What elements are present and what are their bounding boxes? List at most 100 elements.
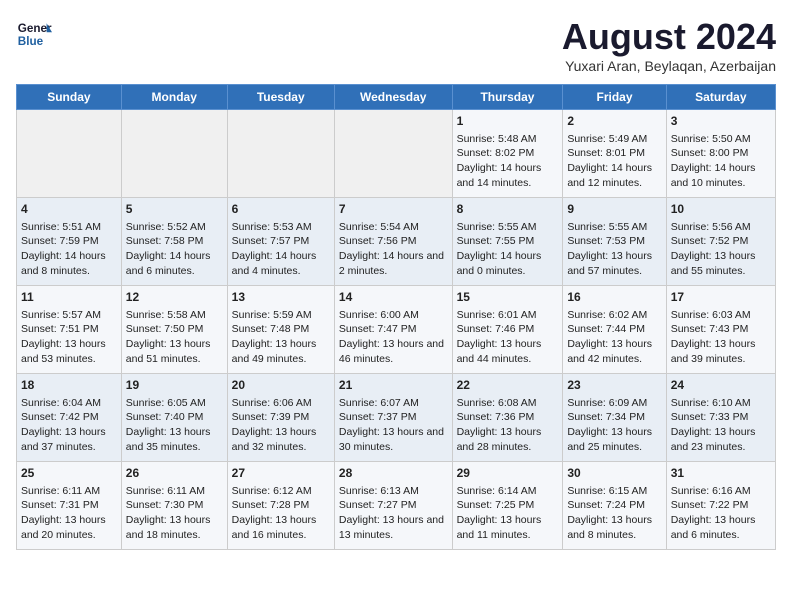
- cell-info-line: Sunset: 8:00 PM: [671, 146, 771, 161]
- cell-info-line: Sunrise: 6:10 AM: [671, 396, 771, 411]
- day-number: 3: [671, 113, 771, 130]
- cell-info-line: Sunset: 7:46 PM: [457, 322, 559, 337]
- cell-info-line: Sunset: 7:53 PM: [567, 234, 661, 249]
- svg-text:Blue: Blue: [18, 35, 44, 48]
- cell-w3-d1: 12Sunrise: 5:58 AMSunset: 7:50 PMDayligh…: [121, 286, 227, 374]
- cell-info-line: Sunset: 7:42 PM: [21, 410, 117, 425]
- day-number: 6: [232, 201, 330, 218]
- cell-w2-d6: 10Sunrise: 5:56 AMSunset: 7:52 PMDayligh…: [666, 198, 775, 286]
- cell-info-line: Sunrise: 6:16 AM: [671, 484, 771, 499]
- cell-info-line: Sunset: 8:02 PM: [457, 146, 559, 161]
- cell-info-line: Daylight: 13 hours and 49 minutes.: [232, 337, 330, 366]
- cell-info-line: Sunrise: 5:57 AM: [21, 308, 117, 323]
- cell-w3-d4: 15 Sunrise: 6:01 AMSunset: 7:46 PMDayligh…: [452, 286, 563, 374]
- cell-info-line: Sunset: 7:22 PM: [671, 498, 771, 513]
- cell-info-line: Sunrise: 5:48 AM: [457, 132, 559, 147]
- week-row-1: 1Sunrise: 5:48 AMSunset: 8:02 PMDaylight…: [17, 110, 776, 198]
- week-row-2: 4Sunrise: 5:51 AMSunset: 7:59 PMDaylight…: [17, 198, 776, 286]
- calendar-body: 1Sunrise: 5:48 AMSunset: 8:02 PMDaylight…: [17, 110, 776, 550]
- cell-w1-d2: [227, 110, 334, 198]
- day-number: 11: [21, 289, 117, 306]
- cell-info-line: Daylight: 14 hours and 4 minutes.: [232, 249, 330, 278]
- cell-w2-d4: 8Sunrise: 5:55 AMSunset: 7:55 PMDaylight…: [452, 198, 563, 286]
- cell-w3-d6: 17Sunrise: 6:03 AMSunset: 7:43 PMDayligh…: [666, 286, 775, 374]
- day-number: 20: [232, 377, 330, 394]
- cell-info-line: Sunrise: 6:11 AM: [21, 484, 117, 499]
- cell-info-line: Sunset: 7:33 PM: [671, 410, 771, 425]
- cell-w4-d3: 21Sunrise: 6:07 AMSunset: 7:37 PMDayligh…: [334, 374, 452, 462]
- cell-info-line: Daylight: 13 hours and 8 minutes.: [567, 513, 661, 542]
- cell-info-line: Daylight: 14 hours and 8 minutes.: [21, 249, 117, 278]
- cell-info-line: Daylight: 14 hours and 6 minutes.: [126, 249, 223, 278]
- col-header-tuesday: Tuesday: [227, 85, 334, 110]
- col-header-saturday: Saturday: [666, 85, 775, 110]
- day-number: 29: [457, 465, 559, 482]
- cell-info-line: Daylight: 13 hours and 51 minutes.: [126, 337, 223, 366]
- col-header-friday: Friday: [563, 85, 666, 110]
- cell-info-line: Daylight: 13 hours and 42 minutes.: [567, 337, 661, 366]
- cell-w3-d5: 16Sunrise: 6:02 AMSunset: 7:44 PMDayligh…: [563, 286, 666, 374]
- cell-info-line: Sunrise: 6:01 AM: [457, 308, 559, 323]
- cell-info-line: Daylight: 13 hours and 35 minutes.: [126, 425, 223, 454]
- cell-w5-d4: 29Sunrise: 6:14 AMSunset: 7:25 PMDayligh…: [452, 462, 563, 550]
- cell-info-line: Sunrise: 6:13 AM: [339, 484, 448, 499]
- cell-info-line: Daylight: 13 hours and 44 minutes.: [457, 337, 559, 366]
- cell-w1-d4: 1Sunrise: 5:48 AMSunset: 8:02 PMDaylight…: [452, 110, 563, 198]
- cell-info-line: Sunset: 7:25 PM: [457, 498, 559, 513]
- day-number: 12: [126, 289, 223, 306]
- day-number: 7: [339, 201, 448, 218]
- cell-w5-d2: 27Sunrise: 6:12 AMSunset: 7:28 PMDayligh…: [227, 462, 334, 550]
- cell-info-line: Sunset: 7:44 PM: [567, 322, 661, 337]
- cell-info-line: Daylight: 14 hours and 0 minutes.: [457, 249, 559, 278]
- title-block: August 2024 Yuxari Aran, Beylaqan, Azerb…: [562, 16, 776, 74]
- cell-info-line: Daylight: 13 hours and 46 minutes.: [339, 337, 448, 366]
- cell-info-line: Sunset: 7:55 PM: [457, 234, 559, 249]
- cell-info-line: Sunset: 7:40 PM: [126, 410, 223, 425]
- cell-info-line: Daylight: 13 hours and 30 minutes.: [339, 425, 448, 454]
- cell-info-line: Sunset: 7:48 PM: [232, 322, 330, 337]
- cell-info-line: Sunrise: 5:52 AM: [126, 220, 223, 235]
- day-number: 13: [232, 289, 330, 306]
- cell-info-line: Sunrise: 5:53 AM: [232, 220, 330, 235]
- cell-info-line: Sunset: 7:30 PM: [126, 498, 223, 513]
- cell-w4-d5: 23Sunrise: 6:09 AMSunset: 7:34 PMDayligh…: [563, 374, 666, 462]
- cell-w4-d6: 24Sunrise: 6:10 AMSunset: 7:33 PMDayligh…: [666, 374, 775, 462]
- cell-info-line: Sunrise: 6:12 AM: [232, 484, 330, 499]
- day-number: 10: [671, 201, 771, 218]
- cell-info-line: Sunset: 7:37 PM: [339, 410, 448, 425]
- cell-w5-d1: 26Sunrise: 6:11 AMSunset: 7:30 PMDayligh…: [121, 462, 227, 550]
- day-number: 25: [21, 465, 117, 482]
- day-number: 9: [567, 201, 661, 218]
- cell-info-line: Daylight: 13 hours and 39 minutes.: [671, 337, 771, 366]
- cell-info-line: Daylight: 13 hours and 6 minutes.: [671, 513, 771, 542]
- calendar-header: SundayMondayTuesdayWednesdayThursdayFrid…: [17, 85, 776, 110]
- cell-w1-d6: 3Sunrise: 5:50 AMSunset: 8:00 PMDaylight…: [666, 110, 775, 198]
- cell-w3-d3: 14Sunrise: 6:00 AMSunset: 7:47 PMDayligh…: [334, 286, 452, 374]
- cell-w4-d1: 19Sunrise: 6:05 AMSunset: 7:40 PMDayligh…: [121, 374, 227, 462]
- cell-w4-d2: 20Sunrise: 6:06 AMSunset: 7:39 PMDayligh…: [227, 374, 334, 462]
- cell-w5-d3: 28Sunrise: 6:13 AMSunset: 7:27 PMDayligh…: [334, 462, 452, 550]
- cell-info-line: Daylight: 13 hours and 55 minutes.: [671, 249, 771, 278]
- cell-info-line: Sunrise: 5:55 AM: [567, 220, 661, 235]
- cell-info-line: Sunset: 7:28 PM: [232, 498, 330, 513]
- cell-info-line: Daylight: 13 hours and 57 minutes.: [567, 249, 661, 278]
- calendar-table: SundayMondayTuesdayWednesdayThursdayFrid…: [16, 84, 776, 550]
- cell-w5-d6: 31Sunrise: 6:16 AMSunset: 7:22 PMDayligh…: [666, 462, 775, 550]
- col-header-wednesday: Wednesday: [334, 85, 452, 110]
- cell-w2-d0: 4Sunrise: 5:51 AMSunset: 7:59 PMDaylight…: [17, 198, 122, 286]
- day-number: 30: [567, 465, 661, 482]
- day-number: 18: [21, 377, 117, 394]
- cell-info-line: Sunrise: 6:00 AM: [339, 308, 448, 323]
- week-row-4: 18Sunrise: 6:04 AMSunset: 7:42 PMDayligh…: [17, 374, 776, 462]
- cell-info-line: Sunset: 7:31 PM: [21, 498, 117, 513]
- cell-info-line: Sunset: 7:39 PM: [232, 410, 330, 425]
- day-number: 15: [457, 289, 559, 306]
- cell-info-line: Sunset: 7:34 PM: [567, 410, 661, 425]
- cell-w1-d5: 2Sunrise: 5:49 AMSunset: 8:01 PMDaylight…: [563, 110, 666, 198]
- logo-icon: General Blue: [16, 16, 52, 52]
- page-header: General Blue August 2024 Yuxari Aran, Be…: [16, 16, 776, 74]
- cell-info-line: Daylight: 13 hours and 20 minutes.: [21, 513, 117, 542]
- cell-info-line: Sunrise: 6:14 AM: [457, 484, 559, 499]
- cell-info-line: Sunrise: 6:02 AM: [567, 308, 661, 323]
- day-number: 8: [457, 201, 559, 218]
